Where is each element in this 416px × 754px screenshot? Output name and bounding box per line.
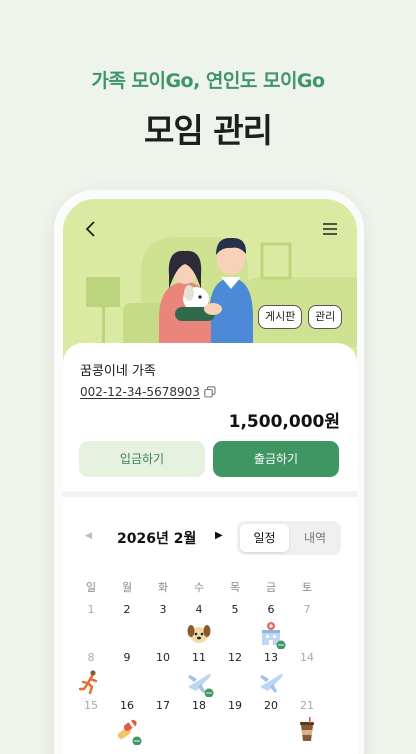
hospital-icon <box>262 622 286 650</box>
calendar-day[interactable]: 14 <box>297 651 317 664</box>
calendar-day[interactable]: 21 <box>297 699 317 712</box>
prev-month-icon[interactable]: ◀ <box>85 531 92 541</box>
withdraw-button[interactable]: 출금하기 <box>213 441 339 477</box>
calendar-day[interactable]: 20 <box>261 699 281 712</box>
promo-title: 모임 관리 <box>144 111 273 150</box>
menu-button[interactable] <box>321 221 339 237</box>
calendar-event[interactable] <box>294 717 322 749</box>
weekday-label: 일 <box>85 581 97 594</box>
weekday-label: 금 <box>265 581 277 594</box>
calendar-day[interactable]: 17 <box>153 699 173 712</box>
group-name: 꿈콩이네 가족 <box>80 364 156 379</box>
board-button[interactable]: 게시판 <box>258 305 303 329</box>
calendar-day[interactable]: 8 <box>81 651 101 664</box>
next-month-icon[interactable]: ▶ <box>215 530 223 541</box>
calendar-event[interactable] <box>114 717 142 749</box>
calendar-panel: ◀ 2026년 2월 ▶ 일정 내역 일 월 화 수 목 금 토 1 2 3 4 5 6 7 8 9 10 11 1… <box>63 497 357 754</box>
calendar-day[interactable]: 6 <box>261 603 281 616</box>
month-label: 2026년 2월 <box>117 531 197 547</box>
back-arrow-icon <box>85 221 95 237</box>
account-number[interactable]: 002-12-34-5678903 <box>80 385 200 399</box>
weekday-label: 목 <box>229 581 241 594</box>
airplane-icon <box>188 673 214 698</box>
manage-button[interactable]: 관리 <box>308 305 343 329</box>
weekday-label: 월 <box>121 581 133 594</box>
calendar-day[interactable]: 5 <box>225 603 245 616</box>
pills-icon <box>117 719 142 746</box>
weekday-label: 토 <box>301 581 313 594</box>
calendar-day[interactable]: 4 <box>189 603 209 616</box>
calendar-day[interactable]: 13 <box>261 651 281 664</box>
calendar-day[interactable]: 16 <box>117 699 137 712</box>
airplane-icon <box>260 673 283 693</box>
calendar-event[interactable] <box>78 669 106 701</box>
calendar-event[interactable] <box>186 669 214 701</box>
calendar-day[interactable]: 11 <box>189 651 209 664</box>
tab-history[interactable]: 내역 <box>291 524 339 552</box>
coffee-cup-icon <box>300 717 314 741</box>
calendar-day[interactable]: 2 <box>117 603 137 616</box>
calendar-event[interactable] <box>258 621 286 653</box>
view-toggle: 일정 내역 <box>237 521 341 555</box>
calendar-day[interactable]: 12 <box>225 651 245 664</box>
dog-icon <box>187 625 211 643</box>
weekday-label: 수 <box>193 581 205 594</box>
calendar-day[interactable]: 7 <box>297 603 317 616</box>
deposit-button[interactable]: 입금하기 <box>79 441 205 477</box>
calendar-day[interactable]: 15 <box>81 699 101 712</box>
weekday-label: 화 <box>157 581 169 594</box>
calendar-day[interactable]: 10 <box>153 651 173 664</box>
back-button[interactable] <box>81 219 101 239</box>
calendar-day[interactable]: 9 <box>117 651 137 664</box>
calendar-day[interactable]: 19 <box>225 699 245 712</box>
app-screen: 게시판 관리 꿈콩이네 가족 002-12-34-5678903 1,500,0… <box>63 199 357 754</box>
calendar-day[interactable]: 18 <box>189 699 209 712</box>
calendar-event[interactable] <box>258 669 286 701</box>
calendar-day[interactable]: 1 <box>81 603 101 616</box>
copy-icon[interactable] <box>204 386 216 398</box>
promo-subtitle: 가족 모이Go, 연인도 모이Go <box>91 70 325 92</box>
balance-amount: 1,500,000원 <box>228 412 340 432</box>
hamburger-menu-icon <box>323 223 337 235</box>
tab-schedule[interactable]: 일정 <box>240 524 289 552</box>
calendar-event[interactable] <box>186 621 214 653</box>
calendar-day[interactable]: 3 <box>153 603 173 616</box>
group-account-card: 꿈콩이네 가족 002-12-34-5678903 1,500,000원 입금하… <box>63 343 357 491</box>
running-person-icon <box>78 670 98 695</box>
